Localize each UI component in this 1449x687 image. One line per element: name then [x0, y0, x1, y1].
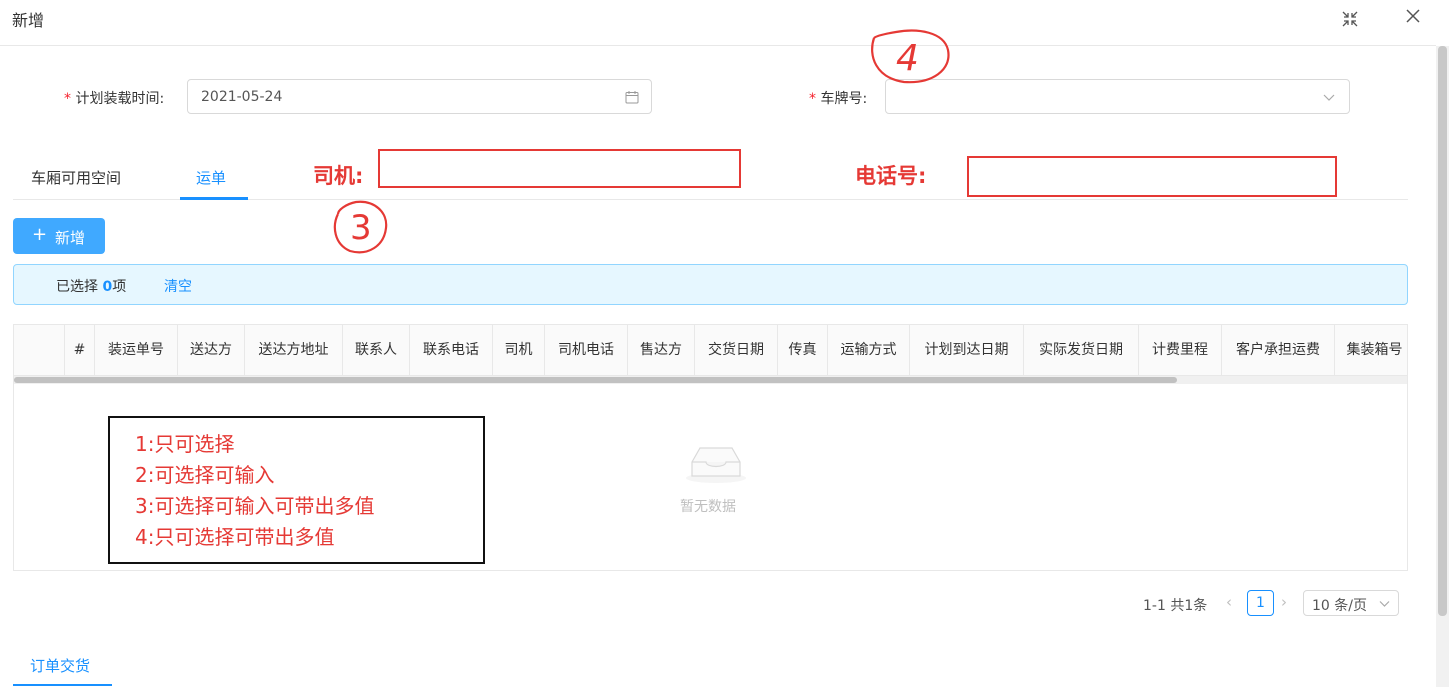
annotation-3-text: 3: [350, 208, 372, 248]
modal-header: 新增: [0, 0, 1436, 46]
selection-alert: 已选择 0项 清空: [13, 264, 1408, 305]
annotation-4-text: 4: [896, 38, 919, 79]
modal-title: 新增: [12, 11, 45, 30]
phone-annotation-label: 电话号:: [855, 164, 927, 188]
plate-select[interactable]: [885, 79, 1350, 114]
load-time-label: * 计划装载时间:: [64, 91, 165, 107]
chevron-down-icon: [1379, 601, 1390, 607]
page-size-value: 10 条/页: [1312, 598, 1367, 614]
column-header: 交货日期: [695, 325, 778, 376]
column-header: 计划到达日期: [910, 325, 1024, 376]
phone-annotation-box: [967, 156, 1337, 197]
legend-line: 4:只可选择可带出多值: [135, 525, 335, 549]
prev-page-icon[interactable]: ‹: [1226, 593, 1232, 611]
driver-annotation-label: 司机:: [313, 164, 364, 188]
plus-icon: +: [32, 224, 48, 245]
active-tab-indicator: [180, 197, 248, 200]
active-tab-indicator: [13, 684, 112, 686]
column-header: 送达方地址: [245, 325, 343, 376]
column-header: 运输方式: [828, 325, 910, 376]
calendar-icon: [625, 91, 639, 104]
driver-annotation-box: [378, 149, 741, 188]
close-icon[interactable]: [1404, 7, 1422, 25]
empty-state-text: 暂无数据: [680, 499, 736, 515]
page-button-current[interactable]: 1: [1247, 590, 1274, 616]
required-star: *: [809, 91, 816, 107]
next-page-icon[interactable]: ›: [1281, 593, 1287, 611]
table-header: # 装运单号 送达方 送达方地址 联系人 联系电话 司机 司机电话 售达方 交货…: [14, 325, 1407, 376]
tab-order-delivery[interactable]: 订单交货: [30, 655, 90, 676]
column-header: 售达方: [628, 325, 695, 376]
table-scrollbar-thumb[interactable]: [14, 377, 1177, 383]
column-header: 司机电话: [545, 325, 628, 376]
required-star: *: [64, 91, 71, 107]
add-button-label: 新增: [55, 229, 86, 247]
column-header: 实际发货日期: [1024, 325, 1139, 376]
add-button[interactable]: + 新增: [13, 218, 105, 254]
empty-inbox-icon: [686, 447, 746, 483]
column-header: 装运单号: [95, 325, 178, 376]
column-header: 联系电话: [410, 325, 493, 376]
tab-compartment-space[interactable]: 车厢可用空间: [31, 167, 121, 188]
page-size-select[interactable]: 10 条/页: [1303, 590, 1399, 616]
legend-line: 2:可选择可输入: [135, 463, 275, 487]
annotation-legend-box: 1:只可选择 2:可选择可输入 3:可选择可输入可带出多值 4:只可选择可带出多…: [108, 416, 485, 564]
circled-3-annotation: 3: [333, 200, 388, 254]
legend-line: 3:可选择可输入可带出多值: [135, 494, 375, 518]
column-header: 计费里程: [1139, 325, 1222, 376]
load-time-value: 2021-05-24: [201, 89, 283, 105]
column-header: 送达方: [178, 325, 245, 376]
column-header: 联系人: [343, 325, 410, 376]
circled-4-annotation: 4: [871, 29, 950, 84]
selection-summary: 已选择 0项: [56, 279, 127, 295]
plate-label: * 车牌号:: [809, 91, 868, 107]
load-time-date-picker[interactable]: 2021-05-24: [187, 79, 652, 114]
column-header: 集装箱号: [1335, 325, 1407, 376]
column-header: 客户承担运费: [1222, 325, 1335, 376]
column-header-checkbox: [14, 325, 65, 376]
chevron-down-icon: [1323, 94, 1335, 101]
column-header: 司机: [493, 325, 545, 376]
selection-count: 0: [102, 279, 113, 295]
clear-selection-link[interactable]: 清空: [164, 276, 192, 296]
pagination-total: 1-1 共1条: [1143, 598, 1208, 614]
column-header: 传真: [778, 325, 828, 376]
collapse-icon[interactable]: [1341, 10, 1359, 28]
legend-line: 1:只可选择: [135, 432, 235, 456]
tab-waybill[interactable]: 运单: [196, 167, 226, 188]
column-header: #: [65, 325, 95, 376]
modal-scrollbar-thumb[interactable]: [1438, 46, 1447, 616]
